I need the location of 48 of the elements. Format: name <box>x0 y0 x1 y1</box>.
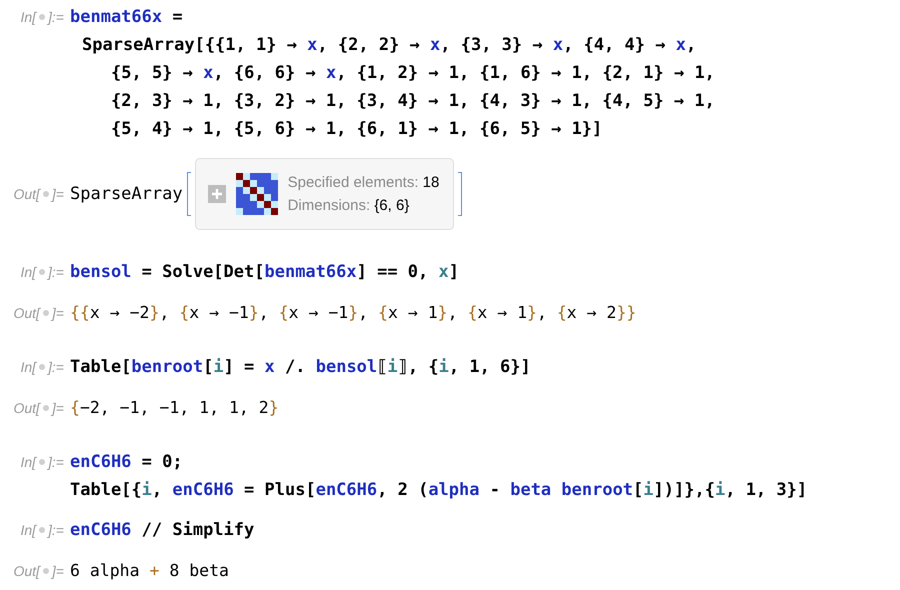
cell-label: ]:= <box>48 454 64 470</box>
cell-label: ]= <box>52 563 64 579</box>
dot-icon <box>42 568 49 574</box>
cell-label: In[ <box>20 359 36 375</box>
dot-icon <box>39 269 46 275</box>
cell-label: ]= <box>52 186 64 202</box>
cell-label: Out[ <box>13 186 40 202</box>
code-line: {2, 3} → 1, {3, 2} → 1, {3, 4} → 1, {4, 3} → 1, {4, 5} → 1, <box>110 90 716 113</box>
cell-label: In[ <box>20 454 36 470</box>
output-line: 6 alpha + 8 beta <box>70 560 230 582</box>
code-line: benmat66x = <box>70 6 184 29</box>
output-line: {{x → −2}, {x → −1}, {x → −1}, {x → 1}, {x → 1}, {x → 2}} <box>70 302 638 324</box>
cell-label: ]= <box>52 400 64 416</box>
code-line: bensol = Solve[Det[benmat66x] == 0, x] <box>70 261 460 284</box>
cell-label: ]:= <box>48 359 64 375</box>
code-line: enC6H6 // Simplify <box>70 519 256 542</box>
cell-label: ]:= <box>48 9 64 25</box>
bracket-mark <box>186 172 191 216</box>
summary-text: Dimensions: {6, 6} <box>288 196 410 216</box>
code-line: {5, 4} → 1, {5, 6} → 1, {6, 1} → 1, {6, 5} → 1}] <box>110 118 604 141</box>
cell-label: ]= <box>52 305 64 321</box>
code-line: SparseArray[{{1, 1} → x, {2, 2} → x, {3, 3} → x, {4, 4} → x, <box>81 34 698 57</box>
dot-icon <box>39 459 46 465</box>
code-line: Table[{i, enC6H6 = Plus[enC6H6, 2 (alpha - beta benroot[i])]},{i, 1, 3}] <box>70 479 808 502</box>
expand-button[interactable] <box>208 185 226 203</box>
code-line: {5, 5} → x, {6, 6} → x, {1, 2} → 1, {1, 6} → 1, {2, 1} → 1, <box>110 62 716 85</box>
cell-label: In[ <box>20 264 36 280</box>
summary-text: Specified elements: 18 <box>288 173 440 193</box>
cell-label: ]:= <box>48 522 64 538</box>
cell-label: Out[ <box>13 400 40 416</box>
dot-icon <box>39 364 46 370</box>
plus-icon <box>210 188 223 200</box>
dot-icon <box>42 310 49 316</box>
code-line: Table[benroot[i] = x /. bensol⟦i⟧, {i, 1, 6}] <box>70 356 532 379</box>
code-line: enC6H6 = 0; <box>70 451 184 474</box>
dot-icon <box>39 14 46 20</box>
matrix-plot-drawing <box>236 173 278 215</box>
dot-icon <box>42 405 49 411</box>
bracket-mark <box>458 172 462 216</box>
dot-icon <box>39 527 46 533</box>
cell-label: In[ <box>20 522 36 538</box>
cell-label: Out[ <box>13 563 40 579</box>
output-head: SparseArray <box>70 184 183 204</box>
output-line: {−2, −1, −1, 1, 1, 2} <box>70 397 280 419</box>
cell-label: In[ <box>20 9 36 25</box>
cell-label: ]:= <box>48 264 64 280</box>
dot-icon <box>42 191 49 197</box>
cell-label: Out[ <box>13 305 40 321</box>
